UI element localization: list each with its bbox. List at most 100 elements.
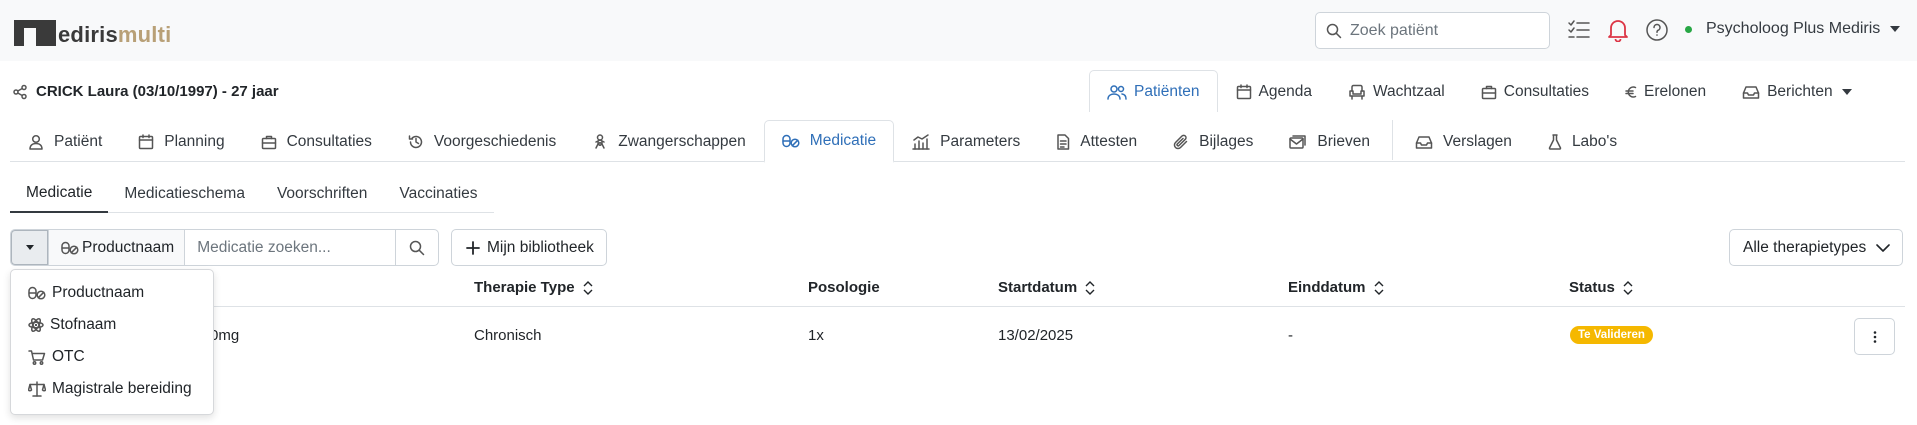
briefcase-icon	[261, 135, 276, 149]
column-header-label: Posologie	[808, 279, 880, 296]
search-type-label[interactable]: Productnaam	[49, 230, 186, 265]
medication-sub-navigation: Medicatie Medicatieschema Voorschriften …	[10, 175, 494, 213]
sub-tab-label: Zwangerschappen	[618, 132, 746, 150]
sub-tab-consultaties[interactable]: Consultaties	[243, 120, 390, 162]
sub-tab-planning[interactable]: Planning	[120, 120, 242, 162]
sub-tab-label: Attesten	[1080, 132, 1138, 150]
sub-tab-label: Medicatie	[809, 132, 877, 149]
caret-down-icon	[1841, 88, 1852, 95]
search-type-dropdown-toggle[interactable]	[11, 230, 49, 265]
column-header-therapie-type[interactable]: Therapie Type	[474, 279, 593, 296]
row-actions-button[interactable]	[1854, 318, 1895, 355]
column-header-status[interactable]: Status	[1569, 279, 1633, 296]
pills-icon	[28, 286, 46, 300]
cell-start-date: 13/02/2025	[998, 327, 1074, 344]
tab-medicatie[interactable]: Medicatie	[10, 175, 109, 213]
patient-search-box[interactable]	[1315, 12, 1550, 49]
main-tab-erelonen[interactable]: Erelonen	[1607, 70, 1724, 112]
sub-tab-parameters[interactable]: Parameters	[894, 120, 1038, 162]
app-logo[interactable]: edirismulti	[14, 16, 171, 46]
bell-icon[interactable]	[1607, 18, 1629, 42]
main-tab-wachtzaal[interactable]: Wachtzaal	[1330, 70, 1463, 112]
main-tab-label: Erelonen	[1644, 82, 1707, 100]
main-tab-label: Patiënten	[1134, 82, 1200, 100]
menu-item-stofnaam[interactable]: Stofnaam	[11, 309, 213, 341]
medication-search-group: Productnaam	[10, 229, 440, 266]
sub-tab-medicatie[interactable]: Medicatie	[763, 120, 895, 163]
tab-divider	[1391, 120, 1393, 160]
menu-item-label: Magistrale bereiding	[52, 380, 192, 397]
column-header-startdatum[interactable]: Startdatum	[998, 279, 1095, 296]
tab-medicatieschema[interactable]: Medicatieschema	[108, 175, 261, 213]
sort-icon	[1374, 280, 1383, 295]
medication-search-input[interactable]	[185, 230, 397, 265]
tab-voorschriften[interactable]: Voorschriften	[261, 175, 383, 213]
checklist-icon[interactable]	[1567, 18, 1591, 42]
patient-label: CRICK Laura (03/10/1997) - 27 jaar	[36, 83, 279, 100]
sub-tab-attesten[interactable]: Attesten	[1038, 120, 1155, 162]
sub-tab-label: Parameters	[940, 132, 1021, 150]
top-bar	[0, 0, 1917, 61]
my-library-label: Mijn bibliotheek	[487, 238, 594, 256]
patient-header: CRICK Laura (03/10/1997) - 27 jaar	[12, 83, 279, 100]
calendar-icon	[139, 133, 154, 149]
menu-item-otc[interactable]: OTC	[11, 341, 213, 373]
share-icon[interactable]	[12, 84, 28, 100]
column-header-label: Einddatum	[1288, 279, 1366, 296]
envelope-icon	[1289, 134, 1307, 149]
main-tab-label: Berichten	[1767, 82, 1833, 100]
sub-tab-label: Labo's	[1571, 132, 1618, 150]
main-tab-label: Agenda	[1258, 82, 1312, 100]
cell-end-date: -	[1288, 327, 1293, 344]
sub-tab-zwangerschappen[interactable]: Zwangerschappen	[574, 120, 764, 162]
user-menu[interactable]: Psycholoog Plus Mediris	[1685, 20, 1901, 38]
history-icon	[408, 134, 423, 148]
my-library-button[interactable]: Mijn bibliotheek	[451, 229, 607, 266]
sub-tab-patient[interactable]: Patiënt	[10, 120, 120, 162]
sub-tab-voorgeschiedenis[interactable]: Voorgeschiedenis	[390, 120, 574, 162]
menu-item-label: OTC	[52, 348, 85, 365]
patient-search-input[interactable]	[1350, 21, 1540, 40]
column-header-posologie: Posologie	[808, 279, 880, 296]
sub-tab-labos[interactable]: Labo's	[1530, 120, 1635, 162]
cart-icon	[28, 350, 46, 365]
menu-item-label: Productnaam	[52, 284, 145, 301]
sort-icon	[1623, 280, 1633, 295]
therapy-type-select[interactable]: Alle therapietypes	[1729, 229, 1904, 266]
euro-icon	[1625, 85, 1637, 98]
sub-tab-label: Patiënt	[54, 132, 103, 150]
column-header-einddatum[interactable]: Einddatum	[1288, 279, 1384, 296]
sub-tab-bijlages[interactable]: Bijlages	[1155, 120, 1271, 162]
tab-vaccinaties[interactable]: Vaccinaties	[383, 175, 493, 213]
sub-tab-verslagen[interactable]: Verslagen	[1397, 120, 1530, 162]
patient-sub-navigation: Patiënt Planning Consultaties Voorgeschi…	[10, 120, 1905, 163]
menu-item-label: Stofnaam	[50, 316, 117, 333]
help-icon[interactable]	[1645, 18, 1669, 42]
more-vertical-icon	[1873, 330, 1876, 343]
atom-icon	[28, 318, 44, 332]
logo-mark	[14, 20, 56, 46]
sort-icon	[583, 280, 593, 295]
medication-search-button[interactable]	[396, 230, 438, 265]
column-header-label: Status	[1569, 279, 1615, 296]
cell-therapy-type: Chronisch	[474, 327, 542, 344]
search-type-menu: Productnaam Stofnaam OTC Magistrale bere…	[10, 269, 214, 415]
scale-icon	[28, 381, 46, 397]
sub-tab-label: Brieven	[1317, 132, 1370, 150]
menu-item-productnaam[interactable]: Productnaam	[11, 277, 213, 309]
flask-icon	[1548, 133, 1562, 150]
plus-icon	[466, 240, 480, 255]
main-tab-agenda[interactable]: Agenda	[1218, 70, 1330, 112]
main-tab-consultaties[interactable]: Consultaties	[1463, 70, 1607, 112]
column-header-label: Therapie Type	[474, 279, 575, 296]
sub-tab-label: Planning	[164, 132, 225, 150]
main-tab-berichten[interactable]: Berichten	[1724, 70, 1876, 112]
main-tab-label: Wachtzaal	[1372, 82, 1445, 100]
main-tab-patienten[interactable]: Patiënten	[1089, 70, 1218, 112]
inbox-icon	[1415, 135, 1433, 149]
users-icon	[1107, 84, 1127, 100]
search-icon	[1326, 23, 1342, 38]
sub-tab-brieven[interactable]: Brieven	[1271, 120, 1388, 162]
online-status-dot	[1685, 25, 1692, 33]
menu-item-magistrale-bereiding[interactable]: Magistrale bereiding	[11, 373, 213, 405]
